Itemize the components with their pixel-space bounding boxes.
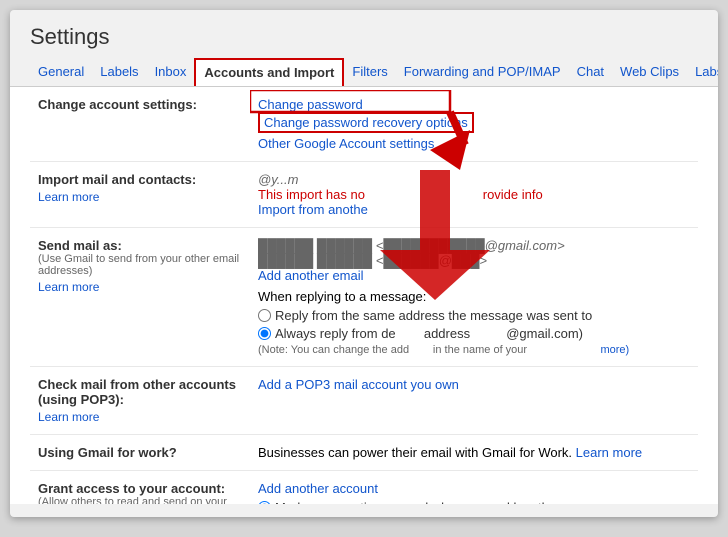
table-row: Import mail and contacts: Learn more @y.… [30, 162, 698, 228]
reply-heading: When replying to a message: [258, 289, 426, 304]
conversation-read-group: Mark conversation as read when opened by… [258, 500, 690, 504]
change-password-recovery-box: Change password recovery options [258, 112, 474, 133]
google-account-settings-link[interactable]: Other Google Account settings [258, 136, 434, 151]
reply-same-label: Reply from the same address the message … [275, 308, 592, 323]
grant-access-label: Grant access to your account: [38, 481, 225, 496]
reply-note-link[interactable]: more) [600, 344, 629, 356]
import-learn-more[interactable]: Learn more [38, 190, 242, 204]
import-label: Import mail and contacts: [38, 172, 196, 187]
table-row: Check mail from other accounts (using PO… [30, 367, 698, 435]
send-email-1: ██████ ██████ <███████████@gmail.com> [258, 238, 565, 253]
send-mail-sublabel: (Use Gmail to send from your other email… [38, 253, 242, 277]
work-description: Businesses can power their email with Gm… [258, 445, 576, 460]
reply-same-radio[interactable] [258, 309, 271, 322]
send-mail-emails: ██████ ██████ <███████████@gmail.com> ██… [258, 238, 690, 268]
settings-nav: General Labels Inbox Accounts and Import… [10, 58, 718, 87]
settings-content: Change account settings: Change password… [10, 87, 718, 504]
row-label: Change account settings: [38, 97, 197, 112]
change-password-link[interactable]: Change password [258, 97, 363, 112]
tab-accounts-import[interactable]: Accounts and Import [194, 58, 344, 87]
add-another-email-link[interactable]: Add another email [258, 268, 364, 283]
mark-read-radio[interactable] [258, 501, 271, 504]
tab-labels[interactable]: Labels [92, 58, 146, 86]
mark-read-option[interactable]: Mark conversation as read when opened by… [258, 500, 690, 504]
import-another-link[interactable]: Import from another address [258, 202, 422, 217]
tab-inbox[interactable]: Inbox [147, 58, 195, 86]
tab-chat[interactable]: Chat [569, 58, 612, 86]
reply-default-option[interactable]: Always reply from default address @gmail… [258, 326, 690, 341]
send-email-2: ██████ ██████ <██████@███> [258, 253, 487, 268]
pop3-learn-more[interactable]: Learn more [38, 410, 242, 424]
import-error-msg: This import has not completed. Please ro… [258, 187, 543, 202]
table-row: Using Gmail for work? Businesses can pow… [30, 435, 698, 471]
tab-forwarding[interactable]: Forwarding and POP/IMAP [396, 58, 569, 86]
reply-note: (Note: You can change the address in the… [258, 344, 690, 356]
table-row: Grant access to your account: (Allow oth… [30, 471, 698, 505]
work-learn-more[interactable]: Learn more [576, 445, 642, 460]
add-another-account-link[interactable]: Add another account [258, 481, 378, 496]
table-row: Send mail as: (Use Gmail to send from yo… [30, 228, 698, 367]
mark-read-label: Mark conversation as read when opened by… [275, 500, 567, 504]
table-row: Change account settings: Change password… [30, 87, 698, 162]
settings-table: Change account settings: Change password… [30, 87, 698, 504]
import-email: @y...m [258, 172, 298, 187]
reply-default-label: Always reply from default address @gmail… [275, 326, 583, 341]
grant-access-sublabel: (Allow others to read and send on your b… [38, 496, 242, 504]
page-title: Settings [10, 10, 718, 58]
reply-default-radio[interactable] [258, 327, 271, 340]
work-label: Using Gmail for work? [38, 445, 177, 460]
tab-labs[interactable]: Labs [687, 58, 718, 86]
reply-same-address-option[interactable]: Reply from the same address the message … [258, 308, 690, 323]
send-mail-learn-more[interactable]: Learn more [38, 280, 242, 294]
change-password-recovery-link[interactable]: Change password recovery options [264, 115, 468, 130]
tab-filters[interactable]: Filters [344, 58, 395, 86]
reply-radio-group: Reply from the same address the message … [258, 308, 690, 341]
pop3-label: Check mail from other accounts (using PO… [38, 377, 236, 407]
send-mail-label: Send mail as: [38, 238, 122, 253]
reply-options: When replying to a message: Reply from t… [258, 289, 690, 356]
add-pop3-link[interactable]: Add a POP3 mail account you own [258, 377, 459, 392]
tab-webclips[interactable]: Web Clips [612, 58, 687, 86]
tab-general[interactable]: General [30, 58, 92, 86]
